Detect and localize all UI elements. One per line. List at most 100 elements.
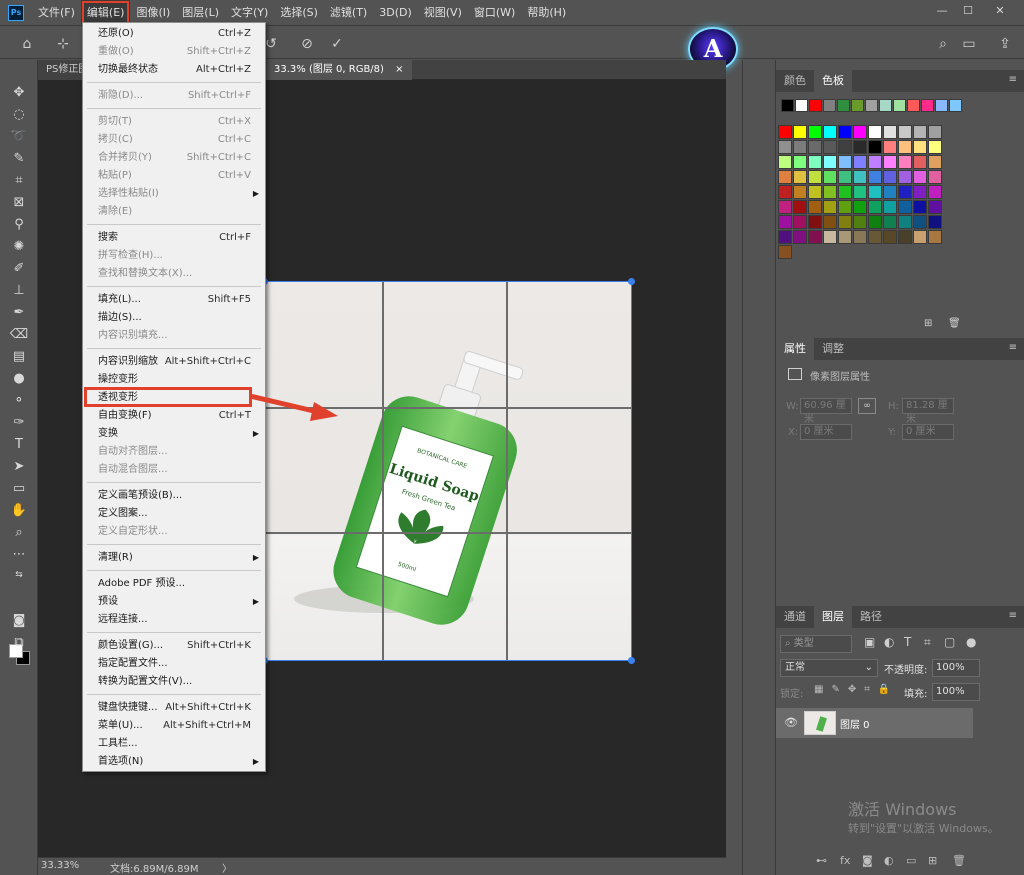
recent-swatch[interactable] (781, 99, 794, 112)
swatch[interactable] (883, 230, 897, 244)
layers-menu-icon[interactable]: ≡ (1009, 610, 1017, 621)
swatch[interactable] (928, 230, 942, 244)
x-field[interactable]: 0 厘米 (800, 424, 852, 440)
swatch[interactable] (793, 200, 807, 214)
swatch[interactable] (913, 215, 927, 229)
layer-name[interactable]: 图层 0 (840, 716, 870, 731)
swatch[interactable] (928, 125, 942, 139)
swatch[interactable] (838, 125, 852, 139)
swatch[interactable] (808, 140, 822, 154)
delete-layer-icon[interactable]: 🗑 (952, 854, 966, 867)
swatch[interactable] (778, 140, 792, 154)
recent-swatch[interactable] (921, 99, 934, 112)
clone-stamp-tool-icon[interactable]: ⊥ (9, 282, 29, 300)
tab-close-icon[interactable]: × (395, 64, 403, 75)
menu-file[interactable]: 文件(F) (32, 0, 81, 26)
transform-handle-bottom-right[interactable] (628, 657, 635, 664)
swatch[interactable] (883, 155, 897, 169)
tab-channels[interactable]: 通道 (776, 606, 814, 628)
transform-bounding-box[interactable] (261, 278, 635, 664)
swatch[interactable] (928, 200, 942, 214)
swatch[interactable] (823, 155, 837, 169)
swatch[interactable] (793, 185, 807, 199)
recent-swatch[interactable] (907, 99, 920, 112)
swatch[interactable] (928, 170, 942, 184)
rectangle-tool-icon[interactable]: ▭ (9, 480, 29, 498)
recent-swatch[interactable] (879, 99, 892, 112)
swatch[interactable] (913, 125, 927, 139)
new-group-icon[interactable]: ▭ (906, 854, 916, 867)
swatch[interactable] (868, 140, 882, 154)
swatch[interactable] (808, 125, 822, 139)
swatch[interactable] (793, 140, 807, 154)
quick-mask-icon[interactable]: ◙ (9, 612, 29, 630)
swatch[interactable] (808, 170, 822, 184)
blend-mode-select[interactable]: 正常 ⌄ (780, 659, 878, 677)
swatch[interactable] (853, 155, 867, 169)
eyedropper-tool-icon[interactable]: ⚲ (9, 216, 29, 234)
recent-swatch[interactable] (837, 99, 850, 112)
recent-swatch[interactable] (809, 99, 822, 112)
edit-menu-item[interactable]: 查找和替换文本(X)... (83, 265, 265, 283)
width-field[interactable]: 60.96 厘米 (800, 398, 852, 425)
swatch[interactable] (883, 125, 897, 139)
swatch[interactable] (868, 230, 882, 244)
swatch[interactable] (808, 185, 822, 199)
edit-menu-item[interactable]: 重做(O) Shift+Ctrl+Z (83, 43, 265, 61)
crop-tool-icon[interactable]: ⌗ (9, 172, 29, 190)
edit-menu-item[interactable]: 指定配置文件... (83, 655, 265, 673)
blur-tool-icon[interactable]: ● (9, 370, 29, 388)
cancel-icon[interactable]: ⊘ (298, 35, 316, 53)
swatch[interactable] (808, 230, 822, 244)
swatch[interactable] (883, 185, 897, 199)
swatch[interactable] (778, 185, 792, 199)
edit-menu-item[interactable]: 自动对齐图层... (83, 443, 265, 461)
swatch[interactable] (898, 230, 912, 244)
swatch[interactable] (928, 185, 942, 199)
tab-layers[interactable]: 图层 (814, 606, 852, 628)
layer-row[interactable]: 👁 图层 0 (776, 708, 973, 738)
menu-3d[interactable]: 3D(D) (373, 0, 418, 26)
edit-menu-item[interactable]: 转换为配置文件(V)... (83, 673, 265, 691)
swatch[interactable] (823, 125, 837, 139)
edit-menu-item[interactable]: 菜单(U)... Alt+Shift+Ctrl+M (83, 717, 265, 735)
swatch[interactable] (868, 155, 882, 169)
recent-swatch[interactable] (893, 99, 906, 112)
swatch[interactable] (823, 140, 837, 154)
swatch[interactable] (898, 140, 912, 154)
swatch[interactable] (778, 200, 792, 214)
edit-menu-item[interactable]: 清除(E) (83, 203, 265, 221)
maximize-button[interactable]: ☐ (958, 3, 978, 19)
filter-toggle-icon[interactable]: ● (966, 635, 976, 649)
edit-menu-item[interactable]: 定义图案... (83, 505, 265, 523)
edit-menu-item[interactable]: 定义自定形状... (83, 523, 265, 541)
type-tool-icon[interactable]: T (9, 436, 29, 454)
swatch[interactable] (793, 230, 807, 244)
filter-adjustment-icon[interactable]: ◐ (884, 635, 894, 649)
swatch[interactable] (793, 125, 807, 139)
swatch[interactable] (913, 230, 927, 244)
swatch[interactable] (868, 215, 882, 229)
swatch[interactable] (823, 170, 837, 184)
tab-adjustments[interactable]: 调整 (814, 338, 852, 360)
recent-swatch[interactable] (865, 99, 878, 112)
close-window-button[interactable]: ✕ (990, 3, 1010, 19)
link-layers-icon[interactable]: ⊷ (816, 854, 827, 867)
edit-menu-item[interactable]: 拼写检查(H)... (83, 247, 265, 265)
zoom-tool-icon[interactable]: ⌕ (9, 524, 29, 542)
status-menu-arrow-icon[interactable]: 〉 (222, 860, 232, 875)
edit-menu-item[interactable]: 切换最终状态 Alt+Ctrl+Z (83, 61, 265, 79)
swatch[interactable] (778, 155, 792, 169)
swatch[interactable] (853, 230, 867, 244)
swatch[interactable] (853, 125, 867, 139)
eraser-tool-icon[interactable]: ⌫ (9, 326, 29, 344)
more-tools-icon[interactable]: ⋯ (9, 546, 29, 564)
swatch[interactable] (793, 170, 807, 184)
edit-menu-item[interactable]: 描边(S)... (83, 309, 265, 327)
brush-tool-icon[interactable]: ✐ (9, 260, 29, 278)
swatch[interactable] (898, 200, 912, 214)
swatch[interactable] (898, 215, 912, 229)
visibility-eye-icon[interactable]: 👁 (784, 716, 798, 729)
edit-menu-item[interactable]: Adobe PDF 预设... (83, 575, 265, 593)
swatch[interactable] (778, 230, 792, 244)
